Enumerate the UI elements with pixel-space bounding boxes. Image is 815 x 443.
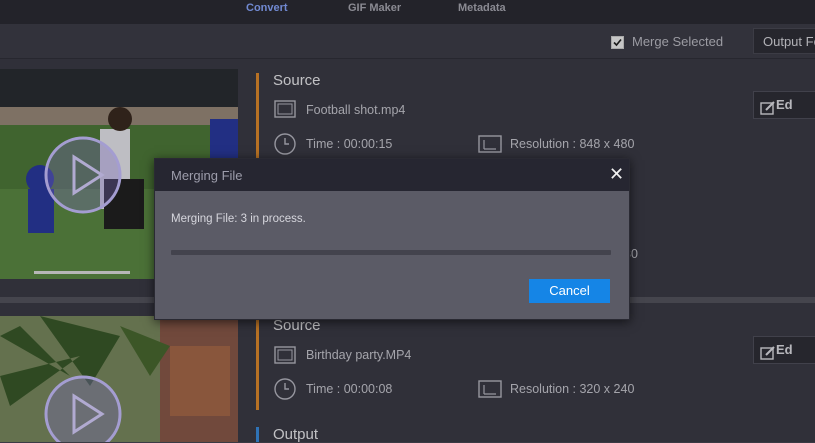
dialog-header: Merging File ✕ [155, 159, 629, 191]
dialog-title: Merging File [171, 168, 243, 183]
cancel-button[interactable]: Cancel [529, 279, 610, 303]
close-icon[interactable]: ✕ [609, 165, 624, 183]
merge-progress-bar [171, 250, 611, 255]
merge-status-message: Merging File: 3 in process. [171, 213, 306, 225]
merging-dialog: Merging File ✕ Merging File: 3 in proces… [154, 158, 630, 320]
